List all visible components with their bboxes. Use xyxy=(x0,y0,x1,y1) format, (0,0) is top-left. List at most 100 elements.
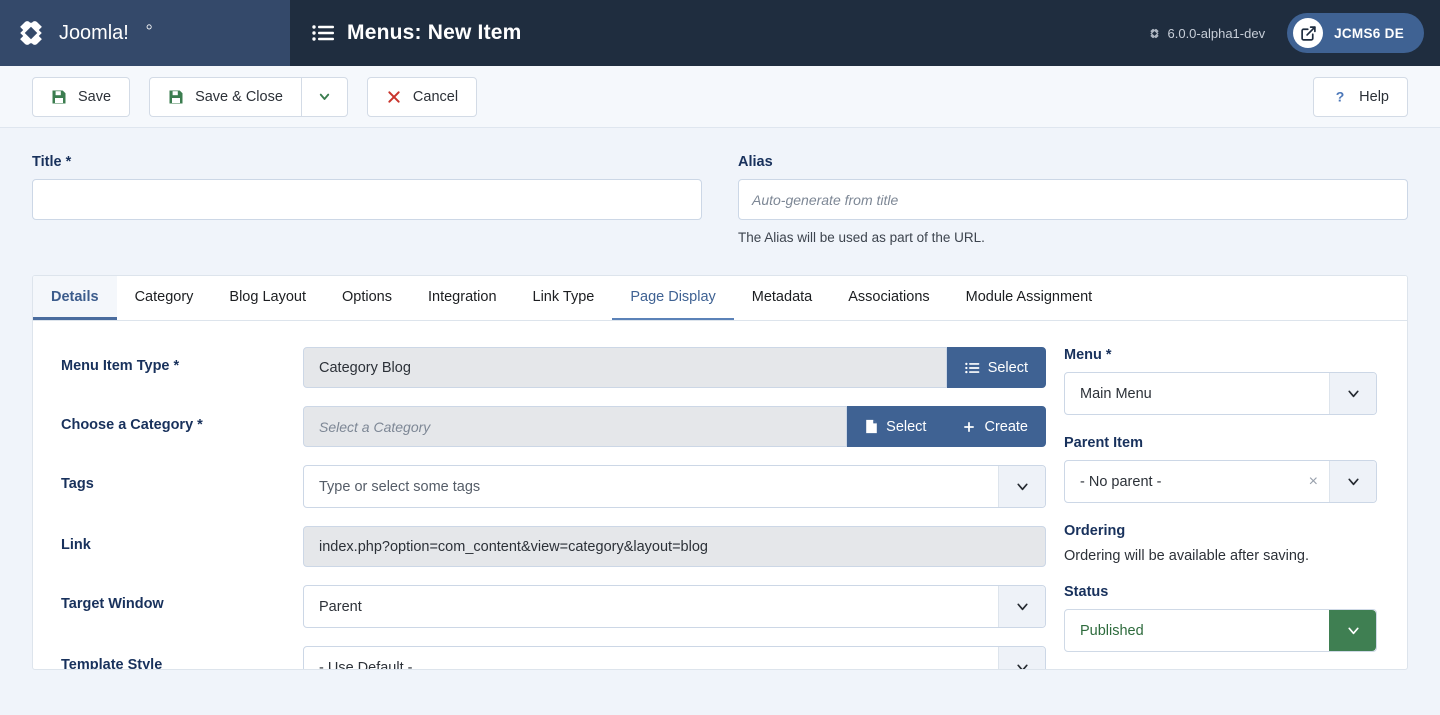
choose-category-input[interactable]: Select a Category xyxy=(303,406,848,447)
save-and-close-label: Save & Close xyxy=(195,88,283,105)
menu-item-type-select-button[interactable]: Select xyxy=(946,347,1046,388)
menu-select[interactable]: Main Menu xyxy=(1064,372,1377,415)
tab-page-display[interactable]: Page Display xyxy=(612,276,734,320)
parent-item-select[interactable]: - No parent - × xyxy=(1064,460,1377,503)
tab-list: Details Category Blog Layout Options Integra… xyxy=(33,276,1407,321)
tab-metadata[interactable]: Metadata xyxy=(734,276,830,320)
menu-value: Main Menu xyxy=(1080,385,1152,402)
menu-label: Menu * xyxy=(1064,347,1112,363)
save-icon xyxy=(169,90,183,103)
tags-placeholder: Type or select some tags xyxy=(319,478,481,495)
clear-parent-item-icon[interactable]: × xyxy=(1309,473,1329,491)
choose-category-create-button[interactable]: Create xyxy=(944,406,1046,447)
title-field-group: Title * xyxy=(32,154,702,245)
chevron-down-icon xyxy=(1347,627,1359,635)
target-window-label: Target Window xyxy=(61,596,164,612)
template-style-select[interactable]: - Use Default - xyxy=(303,646,1046,670)
joomla-small-icon xyxy=(1149,28,1159,38)
status-label: Status xyxy=(1064,584,1109,600)
alias-help-text: The Alias will be used as part of the UR… xyxy=(738,230,985,245)
save-and-close-button[interactable]: Save & Close xyxy=(149,76,301,117)
title-label: Title * xyxy=(32,154,72,170)
tags-dropdown-toggle[interactable] xyxy=(998,466,1045,507)
template-style-dropdown-toggle[interactable] xyxy=(998,647,1045,669)
save-dropdown-toggle[interactable] xyxy=(300,76,348,117)
parent-item-field-group: Parent Item - No parent - × xyxy=(1064,435,1377,503)
alias-field-group: Alias Auto-generate from title The Alias… xyxy=(738,154,1408,245)
alias-label: Alias xyxy=(738,154,773,170)
title-input[interactable] xyxy=(32,179,702,220)
menu-item-type-label: Menu Item Type * xyxy=(61,358,180,374)
link-value: index.php?option=com_content&view=catego… xyxy=(319,538,708,555)
alias-input-placeholder: Auto-generate from title xyxy=(752,191,899,208)
save-close-group: Save & Close xyxy=(149,76,348,117)
choose-category-row: Choose a Category * Select a Category Se… xyxy=(61,406,1046,447)
tab-label: Metadata xyxy=(751,288,813,305)
tab-category[interactable]: Category xyxy=(117,276,212,320)
tab-label: Page Display xyxy=(630,289,716,305)
chevron-down-icon xyxy=(1347,478,1359,486)
help-button-label: Help xyxy=(1359,88,1389,105)
tab-label: Module Assignment xyxy=(965,288,1093,305)
tab-label: Options xyxy=(342,288,392,305)
details-side-column: Menu * Main Menu Parent Item - No parent… xyxy=(1046,347,1407,669)
help-button[interactable]: ? Help xyxy=(1313,76,1408,117)
cancel-button[interactable]: Cancel xyxy=(366,76,478,117)
plus-icon xyxy=(964,421,975,432)
joomla-logo-icon xyxy=(20,21,42,45)
parent-item-value: - No parent - xyxy=(1080,473,1162,490)
visit-site-button[interactable]: JCMS6 DE xyxy=(1287,13,1424,53)
tags-label: Tags xyxy=(61,476,94,492)
link-input: index.php?option=com_content&view=catego… xyxy=(303,526,1046,567)
list-icon xyxy=(964,362,980,373)
choose-category-label: Choose a Category * xyxy=(61,417,203,433)
joomla-wordmark: Joomla! xyxy=(59,22,152,44)
template-style-label: Template Style xyxy=(61,657,163,670)
choose-category-select-button[interactable]: Select xyxy=(847,406,945,447)
menu-dropdown-toggle[interactable] xyxy=(1329,373,1376,414)
brand-logo[interactable]: Joomla! xyxy=(0,0,290,66)
status-select[interactable]: Published xyxy=(1064,609,1377,652)
template-style-value: - Use Default - xyxy=(319,659,413,670)
alias-input[interactable]: Auto-generate from title xyxy=(738,179,1408,220)
save-icon xyxy=(52,90,66,103)
status-dropdown-toggle[interactable] xyxy=(1329,610,1376,651)
save-button[interactable]: Save xyxy=(32,76,131,117)
tab-label: Associations xyxy=(848,288,930,305)
tab-integration[interactable]: Integration xyxy=(410,276,515,320)
external-link-icon xyxy=(1293,18,1324,48)
tab-associations[interactable]: Associations xyxy=(830,276,947,320)
tags-input[interactable]: Type or select some tags xyxy=(303,465,1046,508)
version-label: 6.0.0-alpha1-dev xyxy=(1167,25,1266,41)
ordering-field-group: Ordering Ordering will be available afte… xyxy=(1064,523,1377,564)
details-main-column: Menu Item Type * Category Blog Select Ch… xyxy=(33,347,1046,670)
tags-row: Tags Type or select some tags xyxy=(61,465,1046,508)
target-window-row: Target Window Parent xyxy=(61,585,1046,628)
tab-label: Integration xyxy=(427,288,497,305)
chevron-down-icon xyxy=(319,93,330,100)
choose-category-select-label: Select xyxy=(886,418,927,435)
tab-label: Details xyxy=(51,288,99,305)
target-window-value: Parent xyxy=(319,598,362,615)
ordering-note: Ordering will be available after saving. xyxy=(1064,548,1310,564)
tab-label: Link Type xyxy=(532,288,595,305)
status-value: Published xyxy=(1080,622,1144,639)
version-indicator: 6.0.0-alpha1-dev xyxy=(1148,25,1266,41)
menu-field-group: Menu * Main Menu xyxy=(1064,347,1377,415)
tab-options[interactable]: Options xyxy=(324,276,410,320)
target-window-dropdown-toggle[interactable] xyxy=(998,586,1045,627)
svg-text:?: ? xyxy=(1336,89,1345,105)
tab-blog-layout[interactable]: Blog Layout xyxy=(211,276,324,320)
link-label: Link xyxy=(61,537,91,553)
target-window-select[interactable]: Parent xyxy=(303,585,1046,628)
parent-item-dropdown-toggle[interactable] xyxy=(1329,461,1376,502)
tab-link-type[interactable]: Link Type xyxy=(515,276,613,320)
site-name-label: JCMS6 DE xyxy=(1334,25,1404,41)
tab-details[interactable]: Details xyxy=(33,276,117,320)
menu-list-icon xyxy=(312,25,334,41)
link-row: Link index.php?option=com_content&view=c… xyxy=(61,526,1046,567)
close-icon xyxy=(388,90,400,103)
tab-module-assignment[interactable]: Module Assignment xyxy=(948,276,1111,320)
template-style-row: Template Style - Use Default - xyxy=(61,646,1046,670)
svg-text:Joomla!: Joomla! xyxy=(59,22,129,44)
